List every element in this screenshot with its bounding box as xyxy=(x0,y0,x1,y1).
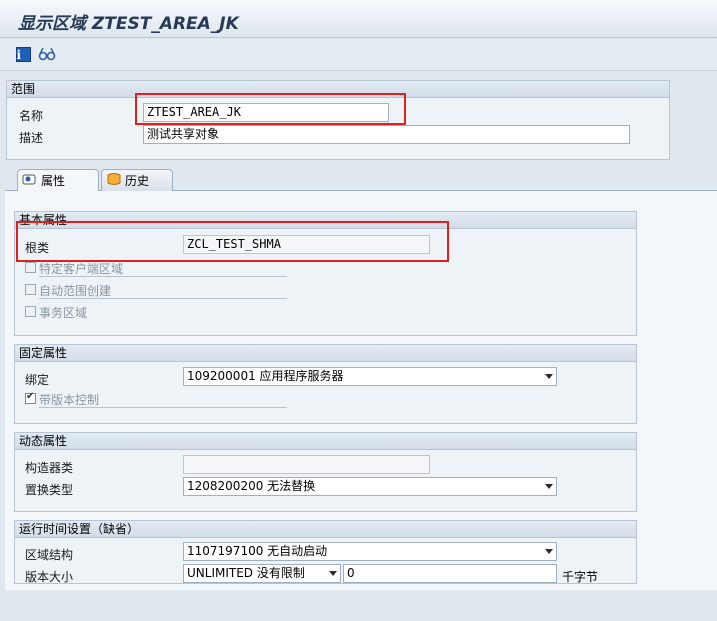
basic-attributes-title: 基本属性 xyxy=(15,212,636,229)
root-class-field[interactable]: ZCL_TEST_SHMA xyxy=(183,235,430,254)
version-size-number-field[interactable]: 0 xyxy=(343,564,557,583)
area-structure-dropdown[interactable]: 1107197100 无自动启动 xyxy=(183,542,557,561)
version-size-value: UNLIMITED 没有限制 xyxy=(187,566,305,580)
root-class-label: 根类 xyxy=(25,241,50,255)
auto-create-checkbox[interactable] xyxy=(25,284,36,295)
constructor-class-label: 构造器类 xyxy=(25,461,74,475)
binding-dropdown[interactable]: 109200001 应用程序服务器 xyxy=(183,367,557,386)
transactional-checkbox[interactable] xyxy=(25,306,36,317)
chevron-down-icon xyxy=(329,571,337,576)
version-size-dropdown[interactable]: UNLIMITED 没有限制 xyxy=(183,564,341,583)
version-size-label: 版本大小 xyxy=(25,570,74,584)
title-bar: 显示区域 ZTEST_AREA_JK xyxy=(0,0,717,38)
history-tab-icon xyxy=(106,172,122,189)
divider xyxy=(39,298,287,299)
versioning-label: 带版本控制 xyxy=(39,393,100,407)
name-field[interactable]: ZTEST_AREA_JK xyxy=(143,103,389,122)
binding-value: 109200001 应用程序服务器 xyxy=(187,369,344,383)
fixed-attributes-title: 固定属性 xyxy=(15,345,636,362)
attributes-tab-icon xyxy=(22,173,38,188)
versioning-checkbox[interactable] xyxy=(25,391,36,404)
divider xyxy=(39,276,287,277)
window-title: 显示区域 ZTEST_AREA_JK xyxy=(18,14,239,34)
displacement-type-label: 置换类型 xyxy=(25,483,74,497)
constructor-class-field[interactable] xyxy=(183,455,430,474)
chevron-down-icon xyxy=(545,549,553,554)
fixed-attributes-group: 固定属性 绑定 109200001 应用程序服务器 带版本控制 xyxy=(14,344,637,424)
tab-history-label: 历史 xyxy=(125,174,150,188)
auto-create-label: 自动范围创建 xyxy=(39,284,112,298)
version-size-unit: 千字节 xyxy=(562,570,599,584)
info-icon: i xyxy=(15,46,31,62)
dynamic-attributes-title: 动态属性 xyxy=(15,433,636,450)
tab-attributes[interactable]: 属性 xyxy=(17,169,99,191)
dynamic-attributes-group: 动态属性 构造器类 置换类型 1208200200 无法替换 xyxy=(14,432,637,512)
scope-group: 范围 名称 ZTEST_AREA_JK 描述 测试共享对象 xyxy=(6,80,670,160)
glasses-button[interactable] xyxy=(38,45,56,63)
scope-group-title: 范围 xyxy=(7,81,669,98)
info-button[interactable]: i xyxy=(14,45,32,63)
name-label: 名称 xyxy=(19,109,44,123)
area-structure-label: 区域结构 xyxy=(25,548,74,562)
binding-label: 绑定 xyxy=(25,373,50,387)
chevron-down-icon xyxy=(545,374,553,379)
description-label: 描述 xyxy=(19,131,44,145)
application-toolbar: i xyxy=(0,39,717,71)
displacement-type-value: 1208200200 无法替换 xyxy=(187,479,316,493)
basic-attributes-group: 基本属性 根类 ZCL_TEST_SHMA 特定客户端区域 自动范围创建 事务区… xyxy=(14,211,637,336)
client-specific-checkbox[interactable] xyxy=(25,262,36,273)
chevron-down-icon xyxy=(545,484,553,489)
runtime-settings-title: 运行时间设置（缺省） xyxy=(15,521,636,538)
runtime-settings-group: 运行时间设置（缺省） 区域结构 1107197100 无自动启动 版本大小 UN… xyxy=(14,520,637,584)
description-field[interactable]: 测试共享对象 xyxy=(143,125,630,144)
area-structure-value: 1107197100 无自动启动 xyxy=(187,544,328,558)
displacement-type-dropdown[interactable]: 1208200200 无法替换 xyxy=(183,477,557,496)
tab-history[interactable]: 历史 xyxy=(101,169,173,191)
tab-attributes-label: 属性 xyxy=(41,174,66,188)
client-specific-label: 特定客户端区域 xyxy=(39,262,124,276)
divider xyxy=(39,407,287,408)
transactional-label: 事务区域 xyxy=(39,306,88,320)
glasses-icon xyxy=(38,47,56,61)
